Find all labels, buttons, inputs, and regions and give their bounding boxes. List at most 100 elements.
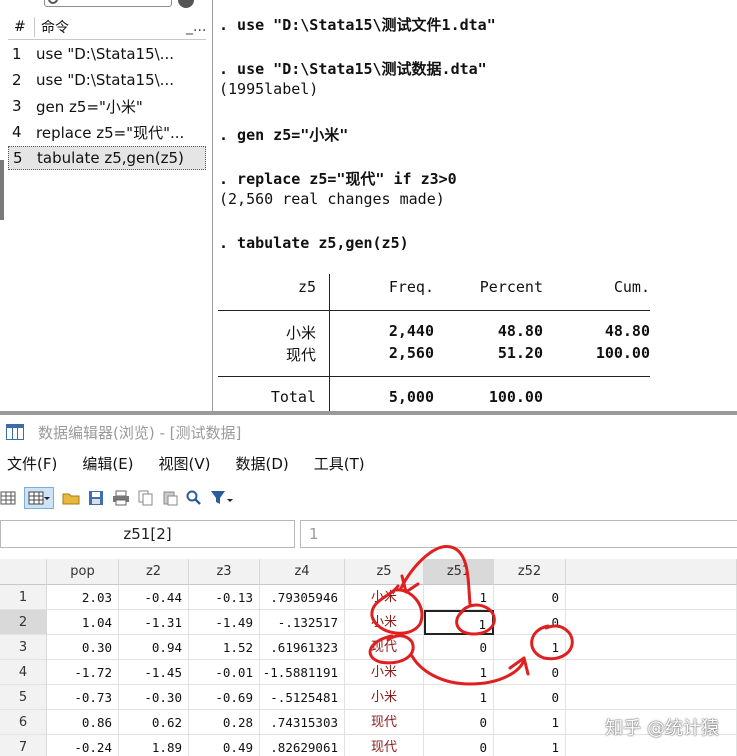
table-header-cum: Cum. [613,278,650,296]
grid-cell[interactable]: -1.45 [119,660,189,685]
grid-cell[interactable]: -1.5881191 [260,660,345,685]
grid-cell-selected[interactable]: 1 [424,610,494,635]
grid-cell[interactable]: 0.28 [189,710,260,735]
find-icon[interactable] [186,487,202,509]
grid-cell[interactable]: 小米 [345,685,424,710]
grid-cell[interactable]: -0.01 [189,660,260,685]
column-hash[interactable]: # [8,19,34,35]
row-number[interactable]: 1 [0,585,47,610]
grid-cell[interactable]: 现代 [345,635,424,660]
column-header[interactable]: z4 [260,559,345,585]
grid-cell[interactable]: -0.30 [119,685,189,710]
grid-cell[interactable]: -0.44 [119,585,189,610]
grid-cell[interactable]: 1 [494,735,566,756]
menu-view[interactable]: 视图(V) [159,453,211,477]
column-header[interactable]: z3 [189,559,260,585]
grid-cell[interactable]: 小米 [345,610,424,635]
column-header[interactable]: z2 [119,559,189,585]
history-item-number: 5 [13,149,23,167]
grid-cell[interactable]: 0.49 [189,735,260,756]
results-command: . replace z5="现代" if z3>0 [219,170,457,188]
grid-cell[interactable]: -.5125481 [260,685,345,710]
column-header[interactable]: z5 [345,559,424,585]
history-item[interactable]: 3 gen z5="小米" [8,94,206,118]
cell-value-field[interactable]: 1 [300,520,737,548]
grid-cell[interactable]: 0.62 [119,710,189,735]
grid-cell[interactable]: -1.49 [189,610,260,635]
copy-icon[interactable] [138,487,154,509]
clear-icon[interactable] [178,0,194,8]
history-search-input[interactable] [44,0,172,7]
grid-icon [6,424,24,440]
grid-cell[interactable]: 0.30 [47,635,119,660]
grid-cell[interactable]: 小米 [345,660,424,685]
grid-cell[interactable]: 1 [424,685,494,710]
grid-cell[interactable]: 0.94 [119,635,189,660]
grid-cell[interactable]: -0.73 [47,685,119,710]
column-more[interactable]: _... [186,19,206,35]
row-number[interactable]: 7 [0,735,47,756]
grid-cell[interactable]: 0 [424,735,494,756]
grid-cell[interactable]: -.132517 [260,610,345,635]
grid-corner[interactable] [0,559,47,585]
grid-cell[interactable]: 2.03 [47,585,119,610]
grid-cell[interactable]: 1.89 [119,735,189,756]
table-icon[interactable] [24,487,54,509]
column-command[interactable]: 命令 [35,17,186,37]
history-item-command: use "D:\Stata15\... [36,71,174,89]
menu-data[interactable]: 数据(D) [236,453,289,477]
grid-cell[interactable]: 现代 [345,735,424,756]
grid-cell[interactable]: 小米 [345,585,424,610]
history-item-number: 3 [12,97,22,115]
grid-cell[interactable]: 现代 [345,710,424,735]
history-header: # 命令 _... [8,14,206,40]
menu-tools[interactable]: 工具(T) [314,453,365,477]
grid-cell[interactable]: 0 [494,685,566,710]
column-header[interactable]: pop [47,559,119,585]
table-cell-label: 小米 [285,324,316,342]
print-icon[interactable] [112,487,130,509]
cell-name-box[interactable]: z51[2] [0,520,295,548]
table-icon[interactable] [0,487,16,509]
grid-cell[interactable]: 0 [494,660,566,685]
watermark: 知乎 @统计猿 [605,718,719,739]
grid-cell[interactable]: 1.04 [47,610,119,635]
grid-cell[interactable]: -0.13 [189,585,260,610]
grid-cell[interactable]: -0.24 [47,735,119,756]
row-number[interactable]: 6 [0,710,47,735]
paste-icon[interactable] [162,487,178,509]
grid-cell[interactable]: 0 [424,710,494,735]
row-number[interactable]: 3 [0,635,47,660]
menu-edit[interactable]: 编辑(E) [82,453,133,477]
grid-cell[interactable]: .82629061 [260,735,345,756]
history-item[interactable]: 2 use "D:\Stata15\... [8,68,206,92]
history-item[interactable]: 4 replace z5="现代"... [8,120,206,144]
save-icon[interactable] [88,487,104,509]
grid-cell[interactable]: -1.31 [119,610,189,635]
grid-cell[interactable]: 0.86 [47,710,119,735]
grid-cell[interactable]: .74315303 [260,710,345,735]
grid-cell[interactable]: 0 [494,585,566,610]
filter-icon[interactable] [210,487,234,509]
column-header[interactable]: z52 [494,559,566,585]
grid-cell[interactable]: 0 [494,610,566,635]
grid-cell[interactable]: .61961323 [260,635,345,660]
row-number[interactable]: 2 [0,610,47,635]
menu-file[interactable]: 文件(F) [7,453,57,477]
grid-cell[interactable]: 0 [424,635,494,660]
grid-cell[interactable]: -1.72 [47,660,119,685]
column-header-selected[interactable]: z51 [424,559,494,585]
folder-icon[interactable] [62,487,80,509]
row-number[interactable]: 5 [0,685,47,710]
grid-cell[interactable]: -0.69 [189,685,260,710]
grid-cell[interactable]: .79305946 [260,585,345,610]
history-item[interactable]: 1 use "D:\Stata15\... [8,42,206,66]
row-number[interactable]: 4 [0,660,47,685]
grid-cell[interactable]: 1 [494,710,566,735]
grid-cell[interactable]: 1.52 [189,635,260,660]
grid-cell[interactable]: 1 [424,660,494,685]
grid-cell[interactable]: 1 [424,585,494,610]
grid-cell[interactable]: 1 [494,635,566,660]
table-total-freq: 5,000 [388,388,434,406]
history-item-selected[interactable]: 5 tabulate z5,gen(z5) [8,146,206,170]
